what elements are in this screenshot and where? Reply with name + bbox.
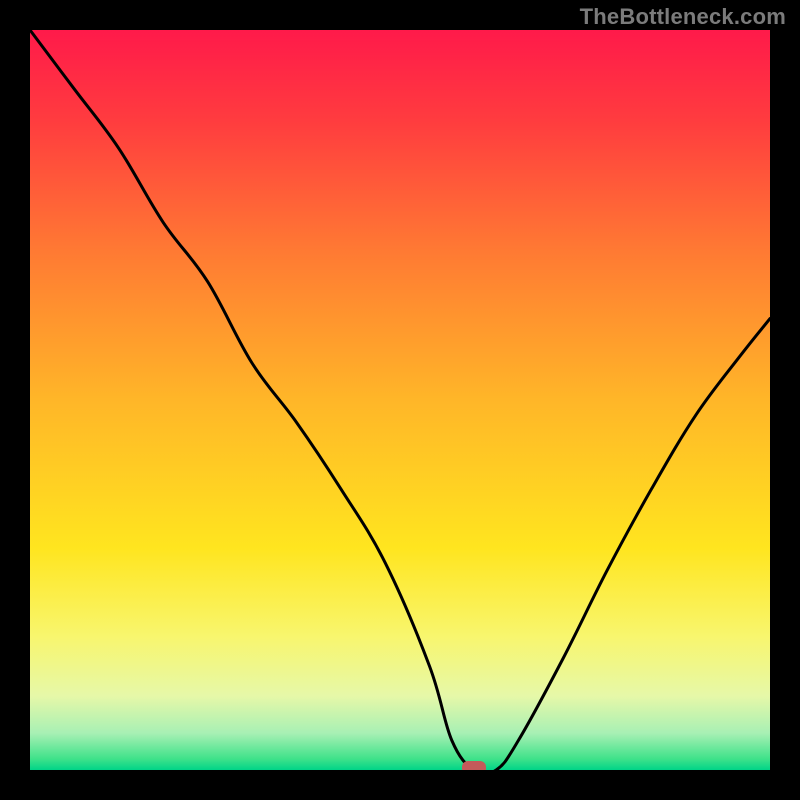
plot-area bbox=[30, 30, 770, 770]
gradient-background bbox=[30, 30, 770, 770]
watermark-label: TheBottleneck.com bbox=[580, 4, 786, 30]
min-marker bbox=[462, 761, 486, 770]
chart-container: TheBottleneck.com bbox=[0, 0, 800, 800]
chart-svg bbox=[30, 30, 770, 770]
